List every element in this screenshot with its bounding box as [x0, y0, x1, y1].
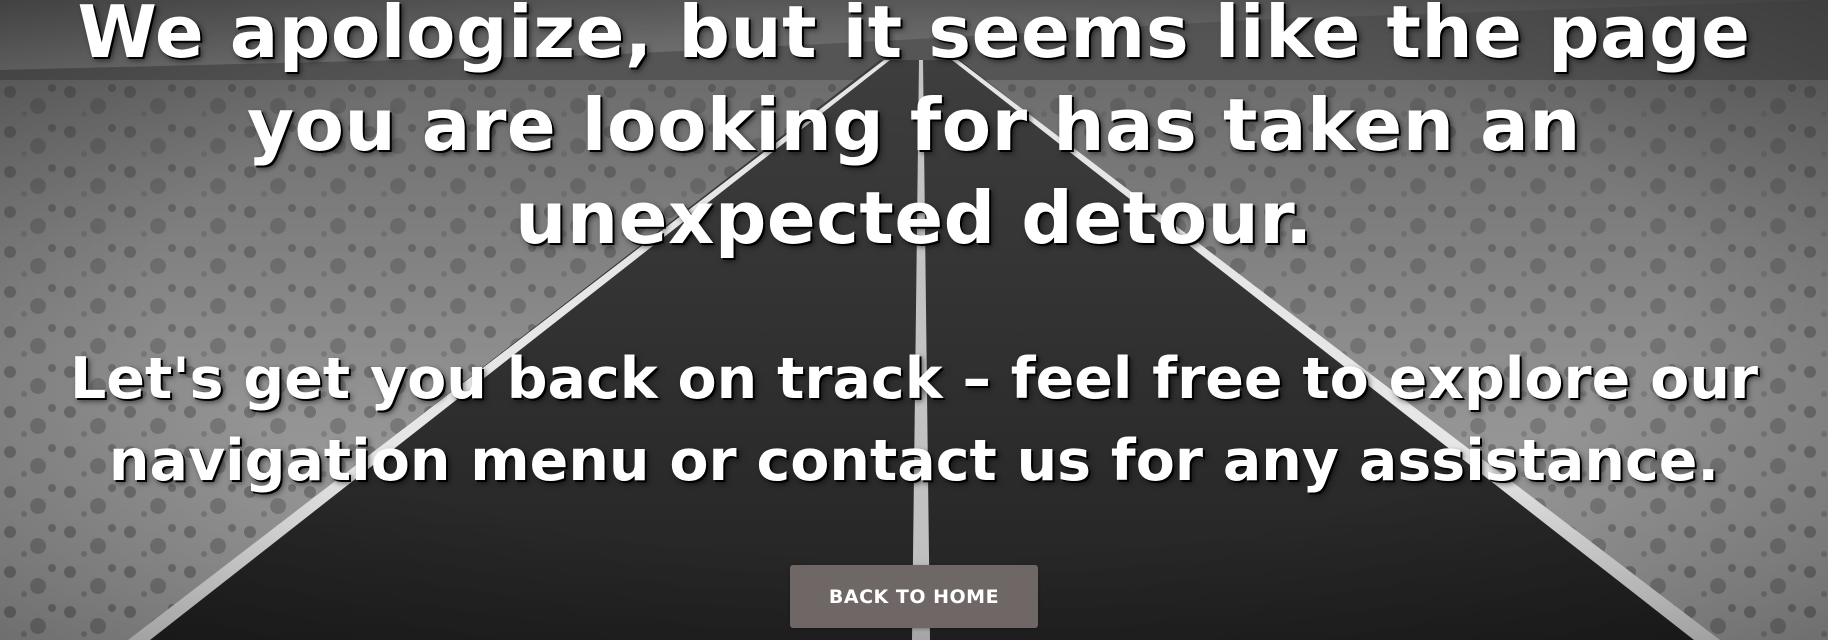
back-to-home-button[interactable]: BACK TO HOME: [790, 565, 1038, 628]
help-subline: Let's get you back on track – feel free …: [69, 346, 1759, 494]
message-content: We apologize, but it seems like the page…: [0, 0, 1828, 640]
not-found-hero: We apologize, but it seems like the page…: [0, 0, 1828, 640]
apology-headline: We apologize, but it seems like the page…: [77, 0, 1751, 260]
